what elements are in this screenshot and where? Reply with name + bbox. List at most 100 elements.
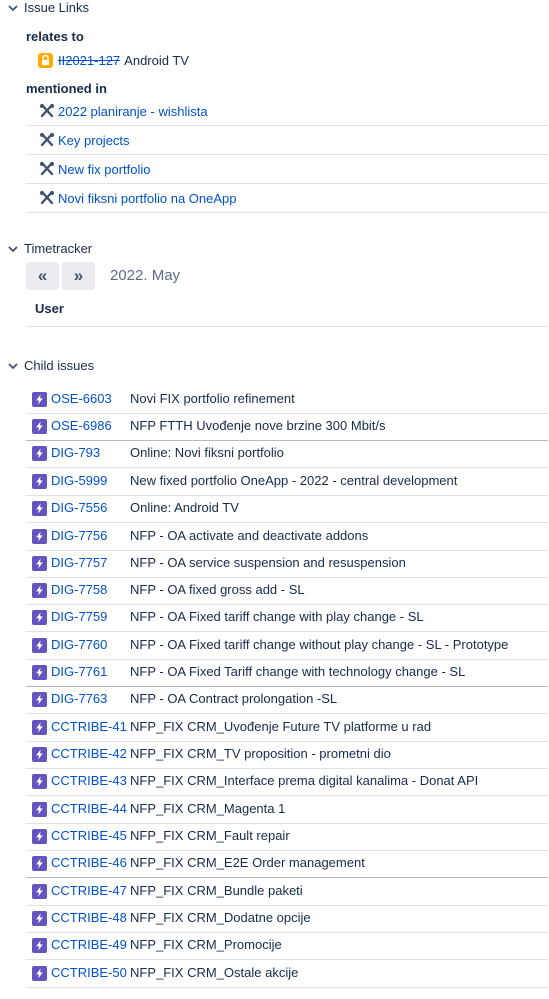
child-issue-row[interactable]: DIG-7757 NFP - OA service suspension and… — [26, 550, 548, 578]
issue-key[interactable]: DIG-7758 — [51, 582, 107, 597]
child-issue-row[interactable]: DIG-793 Online: Novi fiksni portfolio — [26, 440, 548, 468]
child-issue-row[interactable]: CCTRIBE-48 NFP_FIX CRM_Dodatne opcije — [26, 905, 548, 933]
child-issue-row[interactable]: CCTRIBE-42 NFP_FIX CRM_TV proposition - … — [26, 741, 548, 769]
issue-links-header[interactable]: Issue Links — [8, 0, 89, 15]
issue-key[interactable]: OSE-6986 — [51, 418, 112, 433]
child-issue-row[interactable]: OSE-6603 Novi FIX portfolio refinement — [26, 386, 548, 414]
issue-summary[interactable]: New fixed portfolio OneApp - 2022 - cent… — [130, 473, 457, 488]
issue-summary[interactable]: NFP - OA Contract prolongation -SL — [130, 691, 337, 706]
issue-key[interactable]: DIG-5999 — [51, 473, 107, 488]
issue-summary[interactable]: NFP_FIX CRM_Magenta 1 — [130, 801, 285, 816]
issue-summary[interactable]: NFP - OA Fixed tariff change without pla… — [130, 637, 508, 652]
issue-summary[interactable]: NFP_FIX CRM_Dodatne opcije — [130, 910, 311, 925]
child-issue-row[interactable]: DIG-7760 NFP - OA Fixed tariff change wi… — [26, 632, 548, 660]
epic-lightning-icon — [32, 665, 47, 680]
epic-lightning-icon — [32, 392, 47, 407]
child-issues-header[interactable]: Child issues — [8, 358, 94, 373]
linked-issue-summary: Android TV — [124, 52, 189, 68]
issue-key[interactable]: CCTRIBE-41 — [51, 719, 127, 734]
child-issue-row[interactable]: CCTRIBE-43 NFP_FIX CRM_Interface prema d… — [26, 768, 548, 796]
issue-summary[interactable]: NFP_FIX CRM_Fault repair — [130, 828, 290, 843]
previous-month-button[interactable]: « — [26, 262, 59, 290]
issue-key[interactable]: CCTRIBE-47 — [51, 883, 127, 898]
timetracker-header[interactable]: Timetracker — [8, 241, 92, 256]
issue-key[interactable]: DIG-7757 — [51, 555, 107, 570]
issue-key[interactable]: DIG-7759 — [51, 609, 107, 624]
mention-link-text[interactable]: Key projects — [58, 133, 130, 148]
epic-lightning-icon — [32, 419, 47, 434]
child-issue-row[interactable]: CCTRIBE-41 NFP_FIX CRM_Uvođenje Future T… — [26, 714, 548, 742]
mention-link[interactable]: 2022 planiranje - wishlista — [26, 97, 548, 126]
issue-key[interactable]: OSE-6603 — [51, 391, 112, 406]
child-issue-row[interactable]: DIG-7758 NFP - OA fixed gross add - SL — [26, 577, 548, 605]
child-issue-row[interactable]: OSE-6986 NFP FTTH Uvođenje nove brzine 3… — [26, 413, 548, 441]
issue-summary[interactable]: NFP_FIX CRM_TV proposition - prometni di… — [130, 746, 391, 761]
issue-key[interactable]: DIG-793 — [51, 445, 100, 460]
issue-key[interactable]: DIG-7756 — [51, 528, 107, 543]
epic-lightning-icon — [32, 638, 47, 653]
issue-summary[interactable]: NFP_FIX CRM_Ostale akcije — [130, 965, 298, 980]
linked-issue[interactable]: II2021-127 Android TV — [38, 50, 189, 70]
issue-key[interactable]: DIG-7761 — [51, 664, 107, 679]
issue-summary[interactable]: Novi FIX portfolio refinement — [130, 391, 295, 406]
mention-link-text[interactable]: 2022 planiranje - wishlista — [58, 104, 208, 119]
mention-link-text[interactable]: New fix portfolio — [58, 162, 150, 177]
issue-summary[interactable]: NFP_FIX CRM_Bundle paketi — [130, 883, 303, 898]
issue-summary[interactable]: NFP - OA activate and deactivate addons — [130, 528, 368, 543]
child-issue-row[interactable]: DIG-7759 NFP - OA Fixed tariff change wi… — [26, 604, 548, 632]
child-issue-row[interactable]: CCTRIBE-44 NFP_FIX CRM_Magenta 1 — [26, 796, 548, 824]
issue-key[interactable]: CCTRIBE-45 — [51, 828, 127, 843]
child-issue-row[interactable]: CCTRIBE-50 NFP_FIX CRM_Ostale akcije — [26, 960, 548, 988]
child-issue-row[interactable]: DIG-7763 NFP - OA Contract prolongation … — [26, 686, 548, 714]
issue-key[interactable]: DIG-7556 — [51, 500, 107, 515]
issue-key[interactable]: CCTRIBE-49 — [51, 937, 127, 952]
issue-key[interactable]: CCTRIBE-46 — [51, 855, 127, 870]
epic-lightning-icon — [32, 966, 47, 981]
mentioned-in-label: mentioned in — [26, 81, 107, 96]
epic-lightning-icon — [32, 501, 47, 516]
issue-summary[interactable]: NFP_FIX CRM_E2E Order management — [130, 855, 365, 870]
epic-lightning-icon — [32, 911, 47, 926]
epic-lightning-icon — [32, 884, 47, 899]
confluence-tools-icon — [40, 103, 54, 118]
child-issue-row[interactable]: DIG-7556 Online: Android TV — [26, 495, 548, 523]
issue-summary[interactable]: NFP_FIX CRM_Promocije — [130, 937, 282, 952]
next-month-button[interactable]: » — [62, 262, 95, 290]
child-issue-row[interactable]: DIG-7756 NFP - OA activate and deactivat… — [26, 523, 548, 551]
child-issue-row[interactable]: DIG-5999 New fixed portfolio OneApp - 20… — [26, 468, 548, 496]
child-issue-row[interactable]: CCTRIBE-46 NFP_FIX CRM_E2E Order managem… — [26, 850, 548, 878]
chevron-down-icon — [8, 362, 18, 369]
issue-key[interactable]: CCTRIBE-42 — [51, 746, 127, 761]
issue-summary[interactable]: Online: Novi fiksni portfolio — [130, 445, 284, 460]
issue-summary[interactable]: NFP_FIX CRM_Uvođenje Future TV platforme… — [130, 719, 431, 734]
issue-key[interactable]: CCTRIBE-43 — [51, 773, 127, 788]
issue-key[interactable]: CCTRIBE-48 — [51, 910, 127, 925]
epic-lightning-icon — [32, 529, 47, 544]
issue-key[interactable]: DIG-7760 — [51, 637, 107, 652]
mention-link-text[interactable]: Novi fiksni portfolio na OneApp — [58, 191, 236, 206]
child-issue-row[interactable]: CCTRIBE-49 NFP_FIX CRM_Promocije — [26, 932, 548, 960]
issue-key[interactable]: DIG-7763 — [51, 691, 107, 706]
issue-summary[interactable]: NFP FTTH Uvođenje nove brzine 300 Mbit/s — [130, 418, 386, 433]
issue-summary[interactable]: NFP - OA fixed gross add - SL — [130, 582, 305, 597]
epic-lightning-icon — [32, 556, 47, 571]
issue-summary[interactable]: NFP - OA Fixed tariff change with play c… — [130, 609, 424, 624]
child-issue-row[interactable]: CCTRIBE-45 NFP_FIX CRM_Fault repair — [26, 823, 548, 851]
relates-to-label: relates to — [26, 29, 84, 44]
issue-key[interactable]: CCTRIBE-44 — [51, 801, 127, 816]
section-title: Issue Links — [24, 0, 90, 15]
epic-lightning-icon — [32, 802, 47, 817]
issue-summary[interactable]: Online: Android TV — [130, 500, 239, 515]
issue-summary[interactable]: NFP - OA service suspension and resuspen… — [130, 555, 406, 570]
confluence-tools-icon — [40, 190, 54, 205]
linked-issue-key[interactable]: II2021-127 — [58, 53, 120, 68]
issue-key[interactable]: CCTRIBE-50 — [51, 965, 127, 980]
issue-summary[interactable]: NFP - OA Fixed Tariff change with techno… — [130, 664, 465, 679]
issue-summary[interactable]: NFP_FIX CRM_Interface prema digital kana… — [130, 773, 478, 788]
mention-link[interactable]: Novi fiksni portfolio na OneApp — [26, 184, 548, 213]
epic-lightning-icon — [32, 720, 47, 735]
child-issue-row[interactable]: CCTRIBE-47 NFP_FIX CRM_Bundle paketi — [26, 878, 548, 906]
mention-link[interactable]: New fix portfolio — [26, 155, 548, 184]
child-issue-row[interactable]: DIG-7761 NFP - OA Fixed Tariff change wi… — [26, 659, 548, 687]
mention-link[interactable]: Key projects — [26, 126, 548, 155]
